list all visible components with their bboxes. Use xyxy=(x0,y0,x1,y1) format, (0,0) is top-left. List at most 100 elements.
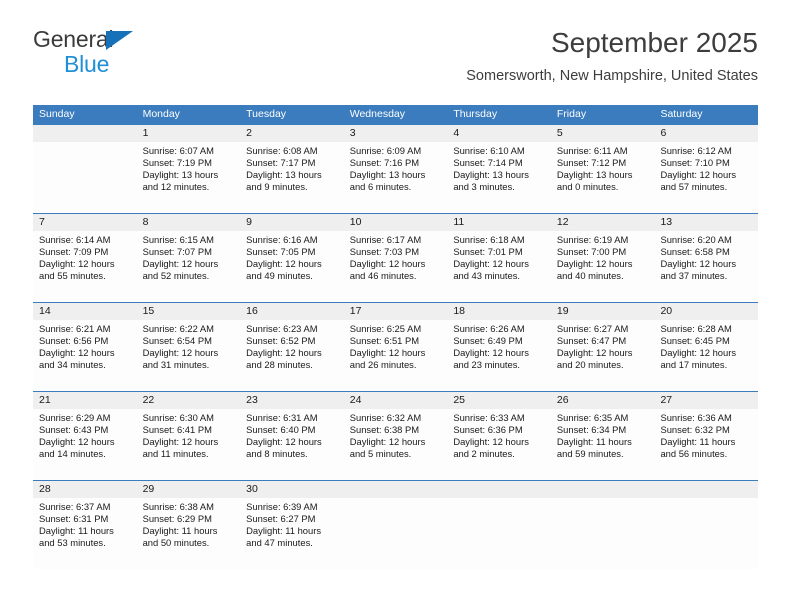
day-cell[interactable]: Sunrise: 6:39 AM Sunset: 6:27 PM Dayligh… xyxy=(240,498,344,569)
day-cell[interactable]: Sunrise: 6:15 AM Sunset: 7:07 PM Dayligh… xyxy=(137,231,241,302)
calendar-grid: Sunday Monday Tuesday Wednesday Thursday… xyxy=(33,105,758,569)
day-number[interactable]: 12 xyxy=(551,214,655,231)
day-number[interactable]: 15 xyxy=(137,303,241,320)
day-cell[interactable]: Sunrise: 6:14 AM Sunset: 7:09 PM Dayligh… xyxy=(33,231,137,302)
day-number[interactable] xyxy=(654,481,758,498)
day-detail-row: Sunrise: 6:21 AM Sunset: 6:56 PM Dayligh… xyxy=(33,320,758,391)
day-number[interactable]: 3 xyxy=(344,125,448,142)
sunset-text: Sunset: 6:56 PM xyxy=(39,334,109,346)
day-cell[interactable]: Sunrise: 6:21 AM Sunset: 6:56 PM Dayligh… xyxy=(33,320,137,391)
day-detail-row: Sunrise: 6:07 AM Sunset: 7:19 PM Dayligh… xyxy=(33,142,758,213)
day-number[interactable]: 28 xyxy=(33,481,137,498)
sunrise-text: Sunrise: 6:28 AM xyxy=(660,323,732,334)
day-number[interactable]: 25 xyxy=(447,392,551,409)
day-number[interactable] xyxy=(551,481,655,498)
day-cell[interactable]: Sunrise: 6:30 AM Sunset: 6:41 PM Dayligh… xyxy=(137,409,241,480)
sunset-text: Sunset: 7:17 PM xyxy=(246,156,316,168)
day-cell[interactable]: Sunrise: 6:26 AM Sunset: 6:49 PM Dayligh… xyxy=(447,320,551,391)
day-number[interactable]: 16 xyxy=(240,303,344,320)
logo-triangle-icon xyxy=(106,31,133,50)
sunset-text: Sunset: 6:45 PM xyxy=(660,334,730,346)
daylight-text-line1: Daylight: 11 hours xyxy=(246,524,322,536)
day-cell[interactable] xyxy=(551,498,655,569)
day-cell[interactable]: Sunrise: 6:25 AM Sunset: 6:51 PM Dayligh… xyxy=(344,320,448,391)
day-cell[interactable]: Sunrise: 6:19 AM Sunset: 7:00 PM Dayligh… xyxy=(551,231,655,302)
day-number[interactable]: 4 xyxy=(447,125,551,142)
sunset-text: Sunset: 6:47 PM xyxy=(556,334,627,346)
day-cell[interactable]: Sunrise: 6:35 AM Sunset: 6:34 PM Dayligh… xyxy=(551,409,655,480)
day-cell[interactable] xyxy=(447,498,551,569)
day-number[interactable]: 9 xyxy=(240,214,344,231)
general-blue-logo[interactable]: General Blue xyxy=(33,28,263,80)
day-number[interactable]: 13 xyxy=(654,214,758,231)
daylight-text-line1: Daylight: 12 hours xyxy=(39,346,115,358)
daylight-text-line2: and 6 minutes. xyxy=(349,180,412,192)
day-cell[interactable]: Sunrise: 6:18 AM Sunset: 7:01 PM Dayligh… xyxy=(447,231,551,302)
day-number[interactable] xyxy=(344,481,448,498)
day-cell[interactable]: Sunrise: 6:28 AM Sunset: 6:45 PM Dayligh… xyxy=(654,320,758,391)
day-cell[interactable]: Sunrise: 6:33 AM Sunset: 6:36 PM Dayligh… xyxy=(447,409,551,480)
day-number[interactable]: 7 xyxy=(33,214,137,231)
sunset-text: Sunset: 6:31 PM xyxy=(39,512,109,524)
logo-text-general: General xyxy=(33,26,114,52)
day-cell[interactable] xyxy=(344,498,448,569)
day-cell[interactable]: Sunrise: 6:29 AM Sunset: 6:43 PM Dayligh… xyxy=(33,409,137,480)
day-cell[interactable]: Sunrise: 6:08 AM Sunset: 7:17 PM Dayligh… xyxy=(240,142,344,213)
sunrise-text: Sunrise: 6:22 AM xyxy=(142,323,214,334)
day-number[interactable]: 21 xyxy=(33,392,137,409)
day-cell[interactable]: Sunrise: 6:10 AM Sunset: 7:14 PM Dayligh… xyxy=(447,142,551,213)
day-number[interactable]: 22 xyxy=(137,392,241,409)
day-number[interactable]: 6 xyxy=(654,125,758,142)
daylight-text-line1: Daylight: 13 hours xyxy=(142,168,219,180)
day-number[interactable]: 5 xyxy=(551,125,655,142)
day-cell[interactable]: Sunrise: 6:22 AM Sunset: 6:54 PM Dayligh… xyxy=(137,320,241,391)
day-number[interactable]: 30 xyxy=(240,481,344,498)
day-cell[interactable]: Sunrise: 6:36 AM Sunset: 6:32 PM Dayligh… xyxy=(654,409,758,480)
day-number[interactable] xyxy=(33,125,137,142)
day-number[interactable]: 8 xyxy=(137,214,241,231)
day-number[interactable]: 11 xyxy=(447,214,551,231)
daylight-text-line2: and 5 minutes. xyxy=(349,447,412,459)
day-cell[interactable]: Sunrise: 6:27 AM Sunset: 6:47 PM Dayligh… xyxy=(551,320,655,391)
day-cell[interactable]: Sunrise: 6:16 AM Sunset: 7:05 PM Dayligh… xyxy=(240,231,344,302)
day-number[interactable]: 27 xyxy=(654,392,758,409)
day-number[interactable]: 20 xyxy=(654,303,758,320)
day-number[interactable]: 2 xyxy=(240,125,344,142)
day-cell[interactable]: Sunrise: 6:12 AM Sunset: 7:10 PM Dayligh… xyxy=(654,142,758,213)
sunrise-text: Sunrise: 6:27 AM xyxy=(556,323,629,334)
day-number[interactable]: 18 xyxy=(447,303,551,320)
day-number[interactable]: 17 xyxy=(344,303,448,320)
day-cell[interactable]: Sunrise: 6:20 AM Sunset: 6:58 PM Dayligh… xyxy=(654,231,758,302)
daylight-text-line1: Daylight: 13 hours xyxy=(246,168,322,180)
day-cell[interactable] xyxy=(654,498,758,569)
day-cell[interactable]: Sunrise: 6:37 AM Sunset: 6:31 PM Dayligh… xyxy=(33,498,137,569)
daylight-text-line1: Daylight: 11 hours xyxy=(660,435,736,447)
day-cell[interactable]: Sunrise: 6:31 AM Sunset: 6:40 PM Dayligh… xyxy=(240,409,344,480)
day-cell[interactable]: Sunrise: 6:17 AM Sunset: 7:03 PM Dayligh… xyxy=(344,231,448,302)
day-cell[interactable]: Sunrise: 6:11 AM Sunset: 7:12 PM Dayligh… xyxy=(551,142,655,213)
day-number[interactable]: 1 xyxy=(137,125,241,142)
day-number-row: 21 22 23 24 25 26 27 xyxy=(33,392,758,409)
sunset-text: Sunset: 7:00 PM xyxy=(556,245,627,257)
day-number[interactable]: 19 xyxy=(551,303,655,320)
weekday-header-saturday: Saturday xyxy=(660,108,703,120)
day-cell[interactable]: Sunrise: 6:23 AM Sunset: 6:52 PM Dayligh… xyxy=(240,320,344,391)
day-number[interactable]: 26 xyxy=(551,392,655,409)
weekday-header-wednesday: Wednesday xyxy=(349,108,405,120)
day-number[interactable]: 23 xyxy=(240,392,344,409)
sunset-text: Sunset: 6:36 PM xyxy=(453,423,523,435)
daylight-text-line1: Daylight: 12 hours xyxy=(349,257,426,269)
sunrise-text: Sunrise: 6:38 AM xyxy=(142,501,214,512)
day-number[interactable]: 24 xyxy=(344,392,448,409)
day-cell[interactable]: Sunrise: 6:38 AM Sunset: 6:29 PM Dayligh… xyxy=(137,498,241,569)
day-cell[interactable] xyxy=(33,142,137,213)
day-number[interactable]: 10 xyxy=(344,214,448,231)
day-cell[interactable]: Sunrise: 6:32 AM Sunset: 6:38 PM Dayligh… xyxy=(344,409,448,480)
day-number[interactable] xyxy=(447,481,551,498)
day-cell[interactable]: Sunrise: 6:07 AM Sunset: 7:19 PM Dayligh… xyxy=(137,142,241,213)
sunrise-text: Sunrise: 6:39 AM xyxy=(246,501,318,512)
day-number[interactable]: 14 xyxy=(33,303,137,320)
day-number[interactable]: 29 xyxy=(137,481,241,498)
day-cell[interactable]: Sunrise: 6:09 AM Sunset: 7:16 PM Dayligh… xyxy=(344,142,448,213)
daylight-text-line2: and 43 minutes. xyxy=(453,269,521,281)
